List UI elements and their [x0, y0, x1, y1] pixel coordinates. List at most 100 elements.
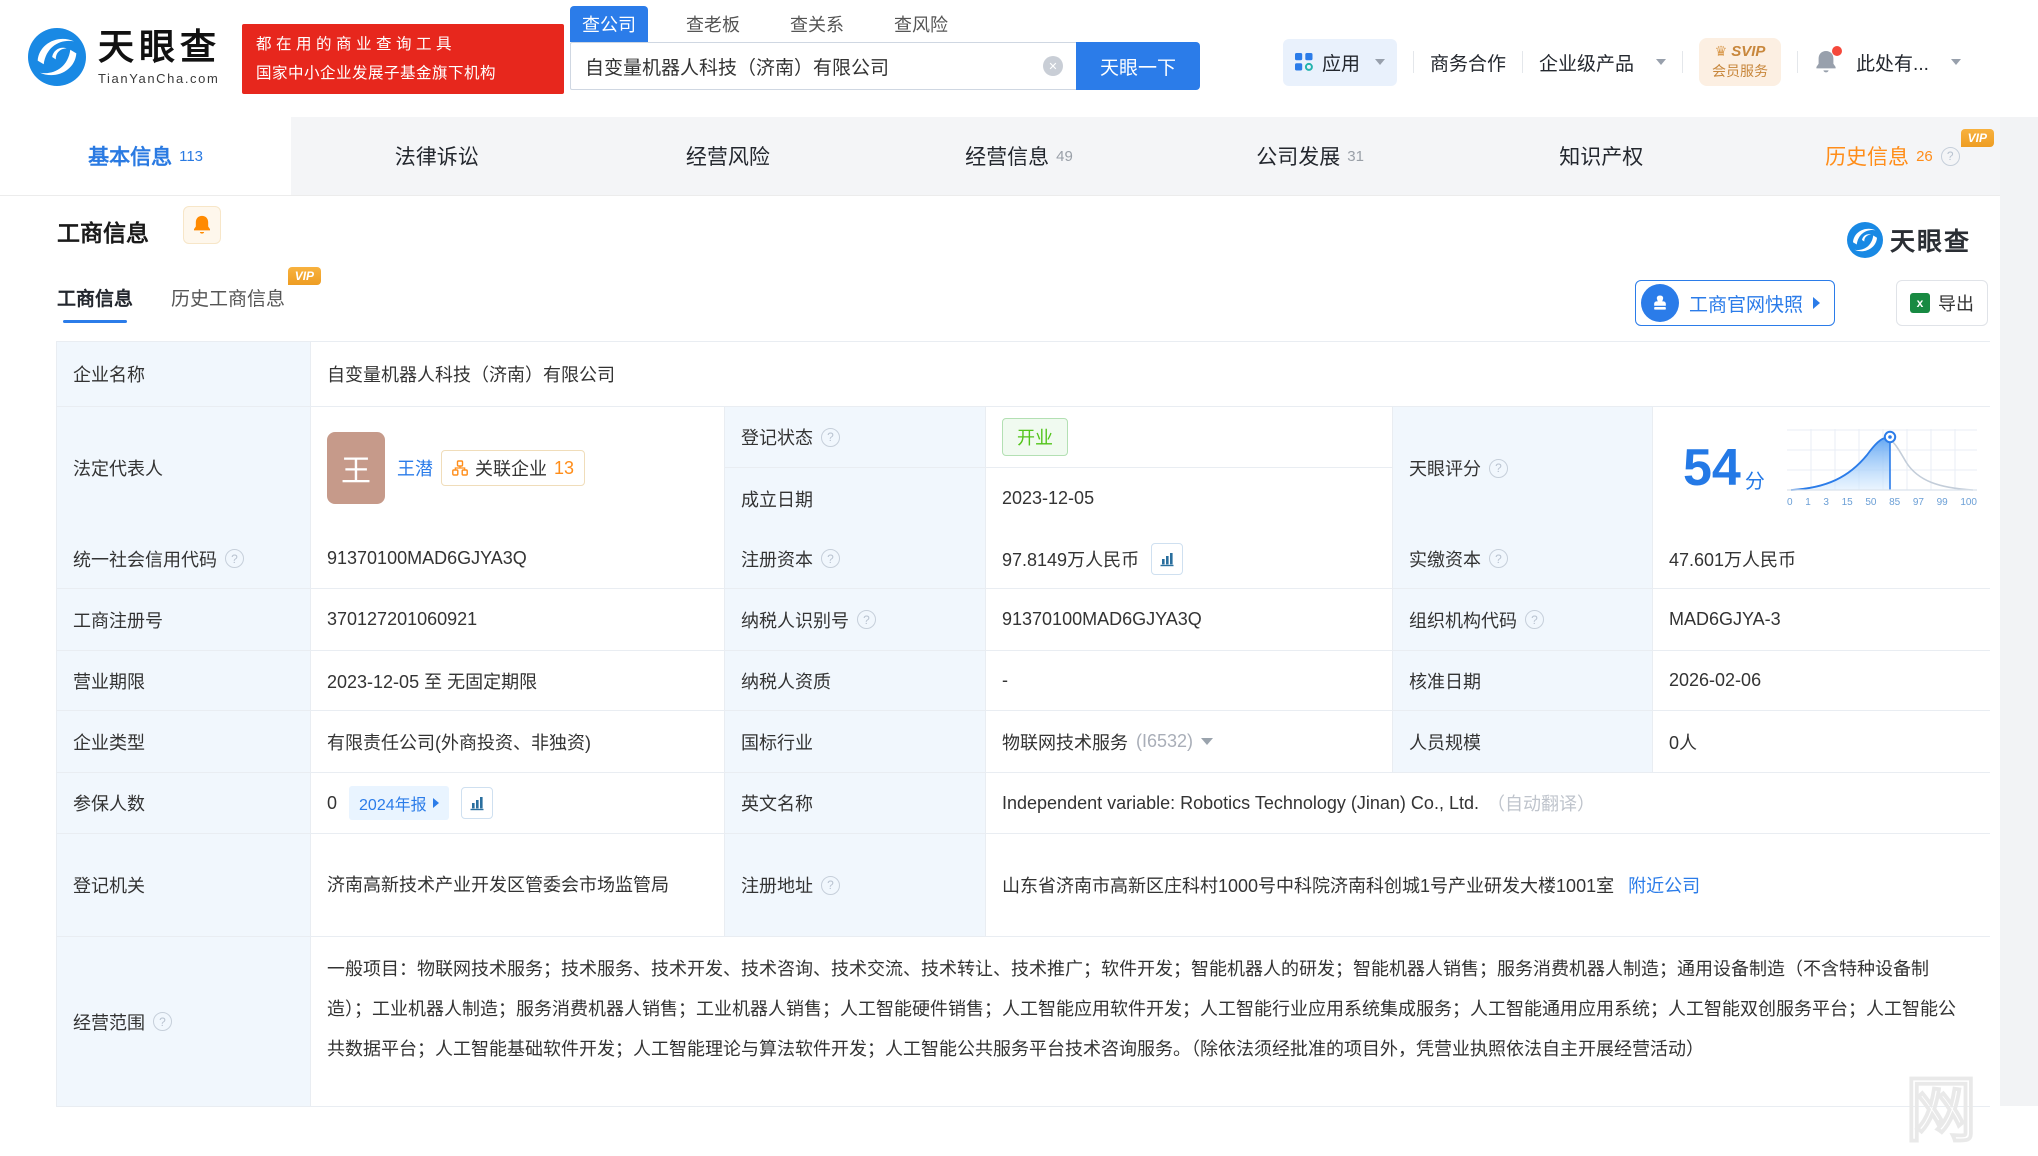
related-companies-badge[interactable]: 关联企业 13 — [441, 450, 586, 486]
help-icon[interactable] — [1489, 549, 1508, 568]
notification-bell[interactable] — [1814, 46, 1843, 75]
address-value: 山东省济南市高新区庄科村1000号中科院济南科创城1号产业研发大楼1001室 — [1002, 876, 1615, 896]
tab-history-info[interactable]: VIP 历史信息 26 — [1747, 117, 2038, 195]
legal-rep-avatar[interactable]: 王 — [327, 432, 385, 504]
help-icon[interactable] — [1489, 458, 1508, 478]
nearby-companies-link[interactable]: 附近公司 — [1628, 872, 1700, 898]
org-code-label: 组织机构代码 — [1393, 589, 1653, 650]
business-info-table: 企业名称 自变量机器人科技（济南）有限公司 法定代表人 王 王潜 关联企业 13… — [56, 341, 1991, 1107]
reg-status-cell: 开业 — [986, 407, 1393, 467]
status-date-cells: 登记状态 开业 成立日期 2023-12-05 — [725, 407, 1393, 529]
score-unit: 分 — [1744, 470, 1765, 493]
slogan-line2: 国家中小企业发展子基金旗下机构 — [256, 65, 497, 82]
divider — [1522, 51, 1524, 73]
help-icon[interactable] — [821, 875, 840, 895]
org-code-value: MAD6GJYA-3 — [1653, 589, 1991, 650]
search-input[interactable] — [570, 42, 1076, 90]
monitor-bell-button[interactable] — [183, 206, 221, 244]
clear-search-icon[interactable] — [1043, 56, 1063, 76]
tab-count: 31 — [1347, 147, 1364, 165]
user-menu[interactable]: 此处有... — [1856, 49, 1929, 76]
capital-trend-chart-button[interactable] — [1151, 542, 1184, 575]
tyc-score-label: 天眼评分 — [1393, 407, 1653, 529]
credit-code-label: 统一社会信用代码 — [57, 529, 311, 588]
logo-title: 天眼查 — [98, 25, 222, 67]
reg-status-label: 登记状态 — [725, 407, 986, 467]
svip-member-service[interactable]: ♛ SVIP 会员服务 — [1699, 38, 1782, 86]
company-type-label: 企业类型 — [57, 711, 311, 772]
staff-size-value: 0人 — [1653, 711, 1991, 772]
tab-business-info[interactable]: 经营信息 49 — [873, 117, 1164, 195]
subtab-history-business-info[interactable]: 历史工商信息 VIP — [171, 267, 322, 311]
svip-sublabel: 会员服务 — [1712, 63, 1769, 79]
business-info-card: 工商信息 天眼查 工商信息 历史工商信息 VIP 工商官网快照 x 导出 企业名… — [0, 196, 2000, 1152]
expand-industry-icon[interactable] — [1201, 738, 1214, 745]
tab-operational-risk[interactable]: 经营风险 — [582, 117, 873, 195]
tab-basic-info[interactable]: 基本信息 113 — [0, 117, 292, 195]
taxpayer-quality-label: 纳税人资质 — [725, 651, 986, 710]
tab-label: 法律诉讼 — [394, 146, 479, 169]
taxpayer-quality-value: - — [986, 651, 1393, 710]
label-text: 天眼评分 — [1409, 459, 1481, 479]
search-tab-boss[interactable]: 查老板 — [674, 6, 752, 42]
tianyancha-watermark: 天眼查 — [1847, 222, 1971, 258]
tab-company-development[interactable]: 公司发展 31 — [1165, 117, 1456, 195]
table-row-credit-code: 统一社会信用代码 91370100MAD6GJYA3Q 注册资本 97.8149… — [57, 529, 1991, 589]
business-scope-value: 一般项目：物联网技术服务；技术服务、技术开发、技术咨询、技术交流、技术转让、技术… — [311, 937, 1991, 1106]
nav-enterprise-products[interactable]: 企业级产品 — [1539, 49, 1634, 76]
subtab-business-info[interactable]: 工商信息 — [57, 284, 133, 323]
industry-code: (I6532) — [1136, 731, 1194, 751]
table-row-company-name: 企业名称 自变量机器人科技（济南）有限公司 — [57, 342, 1991, 407]
insured-label: 参保人数 — [57, 773, 311, 833]
header-nav: 应用 商务合作 企业级产品 ♛ SVIP 会员服务 此处有... — [1283, 34, 1961, 90]
legal-rep-name-link[interactable]: 王潜 — [397, 455, 433, 481]
business-term-label: 营业期限 — [57, 651, 311, 710]
reg-number-label: 工商注册号 — [57, 589, 311, 650]
apps-menu[interactable]: 应用 — [1283, 38, 1398, 86]
org-structure-icon — [452, 460, 468, 476]
help-icon[interactable] — [1525, 610, 1544, 629]
business-term-value: 2023-12-05 至 无固定期限 — [311, 651, 725, 710]
taxpayer-id-label: 纳税人识别号 — [725, 589, 986, 650]
tab-label: 公司发展 — [1256, 146, 1341, 169]
tab-legal-proceedings[interactable]: 法律诉讼 — [291, 117, 582, 195]
search-button[interactable]: 天眼一下 — [1076, 42, 1200, 90]
reg-capital-value: 97.8149万人民币 — [1002, 549, 1140, 570]
insured-trend-chart-button[interactable] — [460, 787, 493, 819]
bell-icon — [194, 215, 210, 234]
tab-count: 49 — [1056, 147, 1073, 165]
top-header: 天眼查 TianYanCha.com 都在用的商业查询工具 国家中小企业发展子基… — [0, 0, 2038, 117]
logo-subtitle: TianYanCha.com — [98, 70, 220, 86]
tianyancha-logo[interactable]: 天眼查 TianYanCha.com — [28, 28, 221, 86]
search-tab-relation[interactable]: 查关系 — [778, 6, 856, 42]
annual-report-badge[interactable]: 2024年报 — [349, 786, 449, 820]
watermark-logo-text: 天眼查 — [1890, 228, 1972, 256]
arrow-right-icon — [1813, 297, 1821, 309]
official-snapshot-button[interactable]: 工商官网快照 — [1635, 280, 1836, 326]
help-icon[interactable] — [857, 610, 876, 629]
tab-count: 26 — [1916, 147, 1933, 165]
nav-business-coop[interactable]: 商务合作 — [1430, 49, 1506, 76]
search-tab-risk[interactable]: 查风险 — [882, 6, 960, 42]
taxpayer-id-value: 91370100MAD6GJYA3Q — [986, 589, 1393, 650]
subtabs: 工商信息 历史工商信息 VIP — [57, 267, 322, 323]
help-icon[interactable] — [821, 549, 840, 568]
table-row-insured: 参保人数 0 2024年报 英文名称 Independent variable:… — [57, 773, 1991, 834]
search-tab-company[interactable]: 查公司 — [570, 6, 648, 42]
company-section-tabbar: 基本信息 113 法律诉讼 经营风险 经营信息 49 公司发展 31 知识产权 … — [0, 117, 2038, 196]
industry-label: 国标行业 — [725, 711, 986, 772]
company-name-value: 自变量机器人科技（济南）有限公司 — [311, 342, 1991, 406]
notification-dot — [1832, 46, 1843, 56]
chevron-down-icon — [1375, 59, 1386, 65]
related-companies-label: 关联企业 — [475, 459, 547, 479]
help-icon[interactable] — [1940, 146, 1960, 166]
help-icon[interactable] — [821, 427, 840, 447]
approval-date-value: 2026-02-06 — [1653, 651, 1991, 710]
tianyancha-company-page: 天眼查 TianYanCha.com 都在用的商业查询工具 国家中小企业发展子基… — [0, 0, 2038, 1152]
export-button[interactable]: 导出 — [1896, 280, 1988, 326]
help-icon[interactable] — [225, 549, 244, 568]
help-icon[interactable] — [153, 1012, 172, 1031]
tab-intellectual-property[interactable]: 知识产权 — [1456, 117, 1747, 195]
auto-translate-note: （自动翻译） — [1486, 794, 1595, 814]
credit-code-value: 91370100MAD6GJYA3Q — [311, 529, 725, 588]
